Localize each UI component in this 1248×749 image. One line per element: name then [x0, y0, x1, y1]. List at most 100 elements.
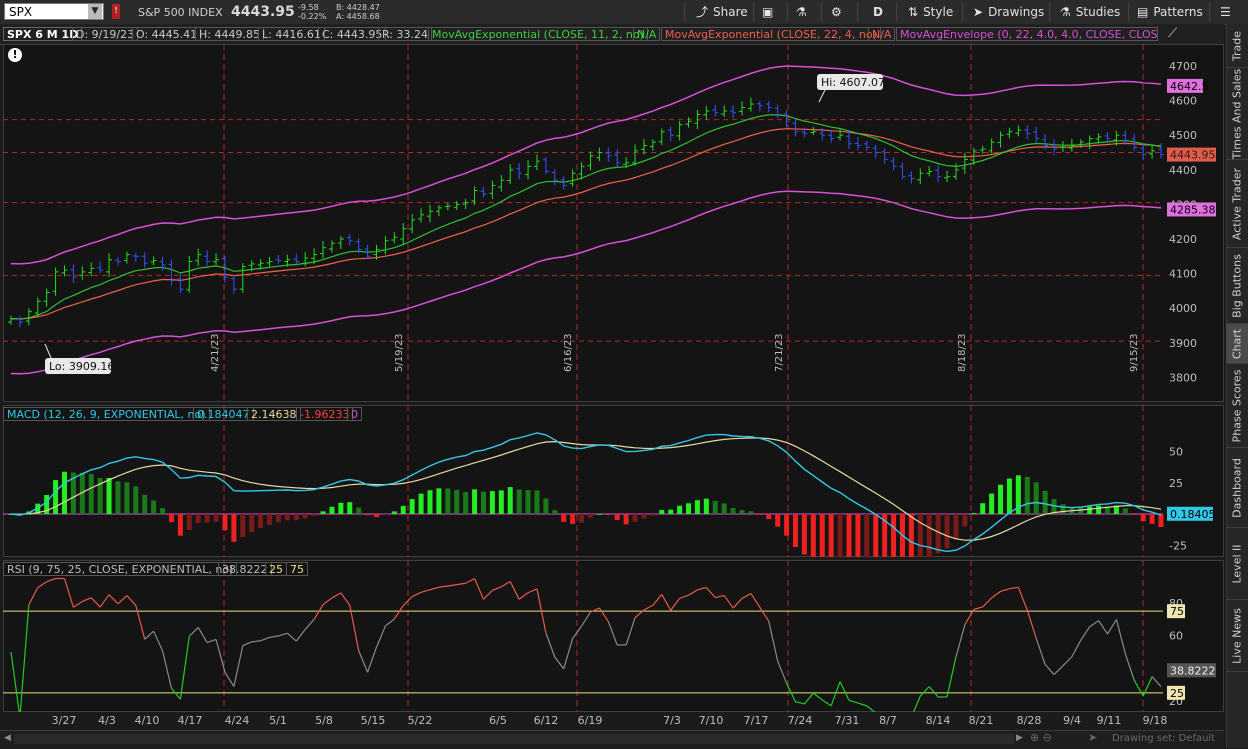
- drawing-tool-icon[interactable]: ⟋: [1168, 26, 1177, 41]
- macd-histogram-bar: [61, 471, 67, 514]
- price-bar: [1015, 125, 1022, 137]
- rsi-line-segment: [741, 593, 752, 599]
- settings-button[interactable]: ⚙: [831, 3, 847, 21]
- sidebar-tab-active-trader[interactable]: Active Trader: [1226, 160, 1248, 248]
- macd-histogram-bar: [106, 477, 112, 514]
- open-label: O: 4445.41: [132, 27, 202, 41]
- scroll-left-icon[interactable]: ◀: [4, 733, 11, 743]
- zoom-icons[interactable]: ⊕ ⊖: [1030, 731, 1052, 744]
- price-bar: [337, 235, 344, 250]
- sidebar-tab-label: Live News: [1230, 607, 1244, 664]
- rsi-line-segment: [1017, 587, 1028, 611]
- price-chart[interactable]: 4700460045004400430042004100400039003800…: [3, 44, 1224, 402]
- rsi-line-segment: [705, 587, 716, 599]
- macd-value: 0.184047: [193, 407, 254, 421]
- price-bar: [444, 203, 451, 211]
- info-icon[interactable]: !: [8, 48, 22, 62]
- price-bar: [435, 205, 442, 217]
- macd-histogram-bar: [810, 514, 816, 557]
- scroll-right-icon[interactable]: ▶: [1016, 733, 1023, 743]
- rsi-chart[interactable]: 806040207538.822225: [3, 560, 1224, 712]
- rsi-line-segment: [688, 589, 698, 596]
- envelope-label[interactable]: MovAvgEnvelope (0, 22, 4.0, 4.0, CLOSE, …: [896, 27, 1158, 41]
- sidebar-tab-trade[interactable]: Trade: [1226, 24, 1248, 68]
- drawings-button[interactable]: ➤ Drawings: [973, 3, 1044, 21]
- price-bar: [596, 147, 603, 162]
- price-bar: [204, 250, 211, 266]
- drawing-set-label[interactable]: Drawing set: Default: [1112, 733, 1215, 744]
- date-mark-label: 6/16/23: [563, 333, 574, 372]
- price-bar: [150, 256, 157, 266]
- macd-title[interactable]: MACD (12, 26, 9, EXPONENTIAL, no): [3, 407, 210, 421]
- price-bar: [605, 147, 612, 162]
- camera-icon: ▣: [762, 5, 774, 19]
- sidebar-tab-phase-scores[interactable]: Phase Scores: [1226, 364, 1248, 448]
- style-button[interactable]: ⇅ Style: [908, 3, 953, 21]
- rsi-line-segment: [1062, 656, 1073, 667]
- patterns-button[interactable]: ▤ Patterns: [1137, 3, 1203, 21]
- sidebar-tab-chart[interactable]: Chart: [1226, 324, 1248, 364]
- rsi-line-segment: [108, 594, 119, 605]
- sidebar-tab-live-news[interactable]: Live News: [1226, 600, 1248, 672]
- rsi-line-segment: [474, 578, 485, 600]
- ema22-label[interactable]: MovAvgExponential (CLOSE, 22, 4, no): [661, 27, 881, 41]
- ema11-label[interactable]: MovAvgExponential (CLOSE, 11, 2, no): [428, 27, 648, 41]
- macd-chart[interactable]: 50 25 -25 0.18405: [3, 405, 1224, 557]
- rsi-line-segment: [572, 625, 583, 639]
- net-change: -9.58 -0.22%: [298, 3, 326, 21]
- price-bar: [159, 256, 166, 271]
- macd-histogram-bar: [1096, 505, 1102, 514]
- share-button[interactable]: ⤴ Share: [696, 3, 748, 21]
- macd-histogram-bar: [347, 502, 353, 514]
- price-bar: [328, 240, 335, 253]
- menu-button[interactable]: ☰: [1220, 3, 1231, 21]
- price-bar: [988, 138, 995, 154]
- rsi-line-segment: [393, 605, 404, 620]
- rsi-line-segment: [385, 618, 395, 627]
- rsi-line-segment: [331, 592, 342, 599]
- horizontal-scrollbar[interactable]: [14, 734, 1014, 744]
- sidebar-tab-dashboard[interactable]: Dashboard: [1226, 448, 1248, 528]
- macd-histogram-bar: [980, 503, 986, 514]
- macd-histogram-bar: [142, 494, 148, 514]
- macd-histogram-bar: [605, 514, 611, 515]
- sidebar-tab-level-ii[interactable]: Level II: [1226, 528, 1248, 600]
- price-tick-label: 4700: [1169, 60, 1197, 73]
- sidebar-tab-label: Big Buttons: [1230, 253, 1244, 318]
- macd-histogram-bar: [258, 514, 264, 529]
- envelope-upper-line: [10, 65, 1162, 265]
- price-bar: [266, 256, 273, 267]
- rsi-line-segment: [260, 636, 270, 642]
- price-bar: [507, 164, 514, 184]
- alert-flag-icon[interactable]: !: [112, 4, 120, 19]
- price-bar: [560, 176, 567, 190]
- macd-histogram-bar: [650, 514, 656, 516]
- rsi-line-segment: [483, 590, 493, 600]
- price-bar: [1086, 135, 1093, 150]
- cursor-mode-icon[interactable]: ➤: [1088, 731, 1097, 744]
- macd-histogram-bar: [623, 514, 629, 525]
- rsi-title[interactable]: RSI (9, 75, 25, CLOSE, EXPONENTIAL, no): [3, 562, 238, 576]
- rsi-line-segment: [1133, 680, 1144, 697]
- flask-button[interactable]: ⚗: [796, 3, 812, 21]
- x-tick-label: 7/10: [699, 714, 724, 727]
- chart-id-label[interactable]: SPX 6 M 1D: [3, 27, 83, 41]
- sidebar-tab-times-and-sales[interactable]: Times And Sales: [1226, 68, 1248, 160]
- price-tick-label: 4600: [1169, 95, 1197, 108]
- snapshot-button[interactable]: ▣: [762, 3, 778, 21]
- rsi-os-badge: 25: [1170, 687, 1184, 700]
- sidebar-tab-label: Chart: [1230, 328, 1244, 359]
- sidebar-tab-big-buttons[interactable]: Big Buttons: [1226, 248, 1248, 324]
- price-bar: [8, 315, 14, 325]
- studies-button[interactable]: ⚗ Studies: [1060, 3, 1120, 21]
- price-bar: [409, 214, 416, 234]
- sidebar-tab-label: Times And Sales: [1230, 68, 1244, 159]
- period-button[interactable]: D: [873, 3, 883, 21]
- menu-icon: ☰: [1220, 5, 1231, 19]
- symbol-dropdown-icon[interactable]: ▼: [88, 4, 102, 19]
- price-bar: [16, 315, 23, 328]
- rsi-line-segment: [1035, 638, 1046, 665]
- macd-histogram-bar: [445, 488, 451, 514]
- macd-histogram-bar: [579, 514, 585, 523]
- macd-histogram-bar: [891, 514, 897, 557]
